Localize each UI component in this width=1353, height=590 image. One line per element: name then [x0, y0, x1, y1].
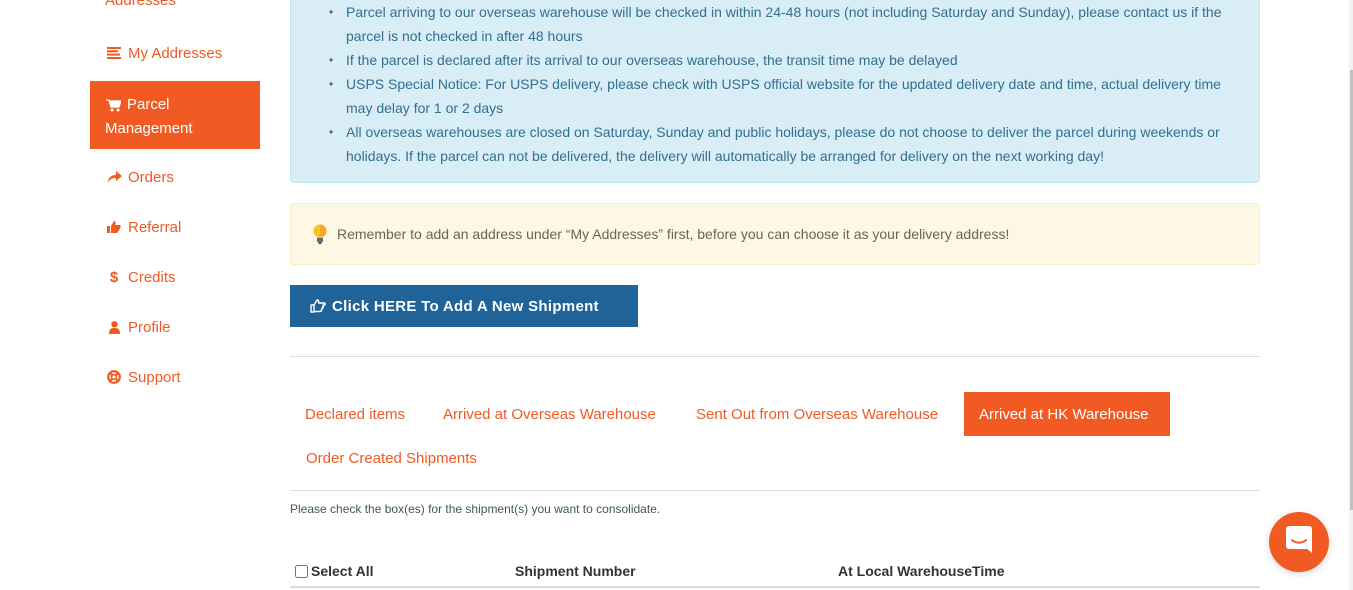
life-ring-icon — [106, 370, 122, 384]
lightbulb-icon — [313, 224, 327, 244]
sidebar-item-addresses-partial[interactable]: Addresses — [105, 0, 176, 9]
tab-declared-items[interactable]: Declared items — [290, 392, 420, 436]
column-header-shipment-number: Shipment Number — [515, 563, 636, 579]
sidebar-item-support[interactable]: Support — [90, 364, 260, 390]
sidebar-item-label: Referral — [128, 218, 182, 236]
sidebar-item-my-addresses[interactable]: My Addresses — [90, 40, 260, 66]
sidebar-item-label: Support — [128, 368, 181, 386]
table-header: Select All Shipment Number At Local Ware… — [290, 558, 1260, 588]
tab-arrived-hk-warehouse[interactable]: Arrived at HK Warehouse — [964, 392, 1170, 436]
user-icon — [106, 320, 122, 334]
tab-arrived-overseas-warehouse[interactable]: Arrived at Overseas Warehouse — [428, 392, 671, 436]
sidebar-item-label: My Addresses — [128, 44, 223, 62]
shopping-cart-icon — [105, 98, 121, 112]
info-notice-item: Parcel arriving to our overseas warehous… — [329, 0, 1239, 48]
info-notice-item: If the parcel is declared after its arri… — [329, 48, 1239, 72]
share-arrow-icon — [106, 171, 122, 183]
column-header-local-warehouse-time: At Local WarehouseTime — [838, 563, 1005, 579]
thumbs-up-icon — [106, 221, 122, 233]
sidebar-item-referral[interactable]: Referral — [90, 214, 260, 240]
select-all-checkbox-label[interactable]: Select All — [295, 563, 374, 579]
divider — [290, 490, 1260, 491]
hand-pointer-icon — [310, 299, 326, 313]
warning-notice: Remember to add an address under “My Add… — [290, 203, 1260, 265]
list-icon — [106, 47, 122, 59]
select-all-label: Select All — [311, 563, 374, 579]
chat-bubble-icon — [1286, 525, 1312, 559]
sidebar-item-parcel-management[interactable]: Parcel Management — [90, 81, 260, 149]
add-new-shipment-label: Click HERE To Add A New Shipment — [332, 297, 599, 315]
sidebar-item-profile[interactable]: Profile — [90, 314, 260, 340]
tab-order-created-shipments[interactable]: Order Created Shipments — [291, 436, 492, 480]
dollar-icon: $ — [109, 268, 119, 286]
select-all-checkbox[interactable] — [295, 564, 308, 578]
info-notice: Parcel arriving to our overseas warehous… — [290, 0, 1260, 183]
sidebar-item-credits[interactable]: $ Credits — [90, 264, 260, 290]
sidebar-item-orders[interactable]: Orders — [90, 164, 260, 190]
tab-sent-out-overseas-warehouse[interactable]: Sent Out from Overseas Warehouse — [681, 392, 953, 436]
sidebar-item-label: Orders — [128, 168, 174, 186]
info-notice-item: All overseas warehouses are closed on Sa… — [329, 120, 1239, 168]
info-notice-list: Parcel arriving to our overseas warehous… — [329, 0, 1239, 168]
chat-launcher-button[interactable] — [1269, 512, 1329, 572]
sidebar-item-label: Credits — [128, 268, 176, 286]
consolidate-hint: Please check the box(es) for the shipmen… — [290, 502, 661, 516]
divider — [290, 356, 1260, 357]
sidebar-item-label: Profile — [128, 318, 171, 336]
warning-notice-text: Remember to add an address under “My Add… — [337, 226, 1010, 242]
info-notice-item: USPS Special Notice: For USPS delivery, … — [329, 72, 1239, 120]
add-new-shipment-button[interactable]: Click HERE To Add A New Shipment — [290, 285, 638, 327]
